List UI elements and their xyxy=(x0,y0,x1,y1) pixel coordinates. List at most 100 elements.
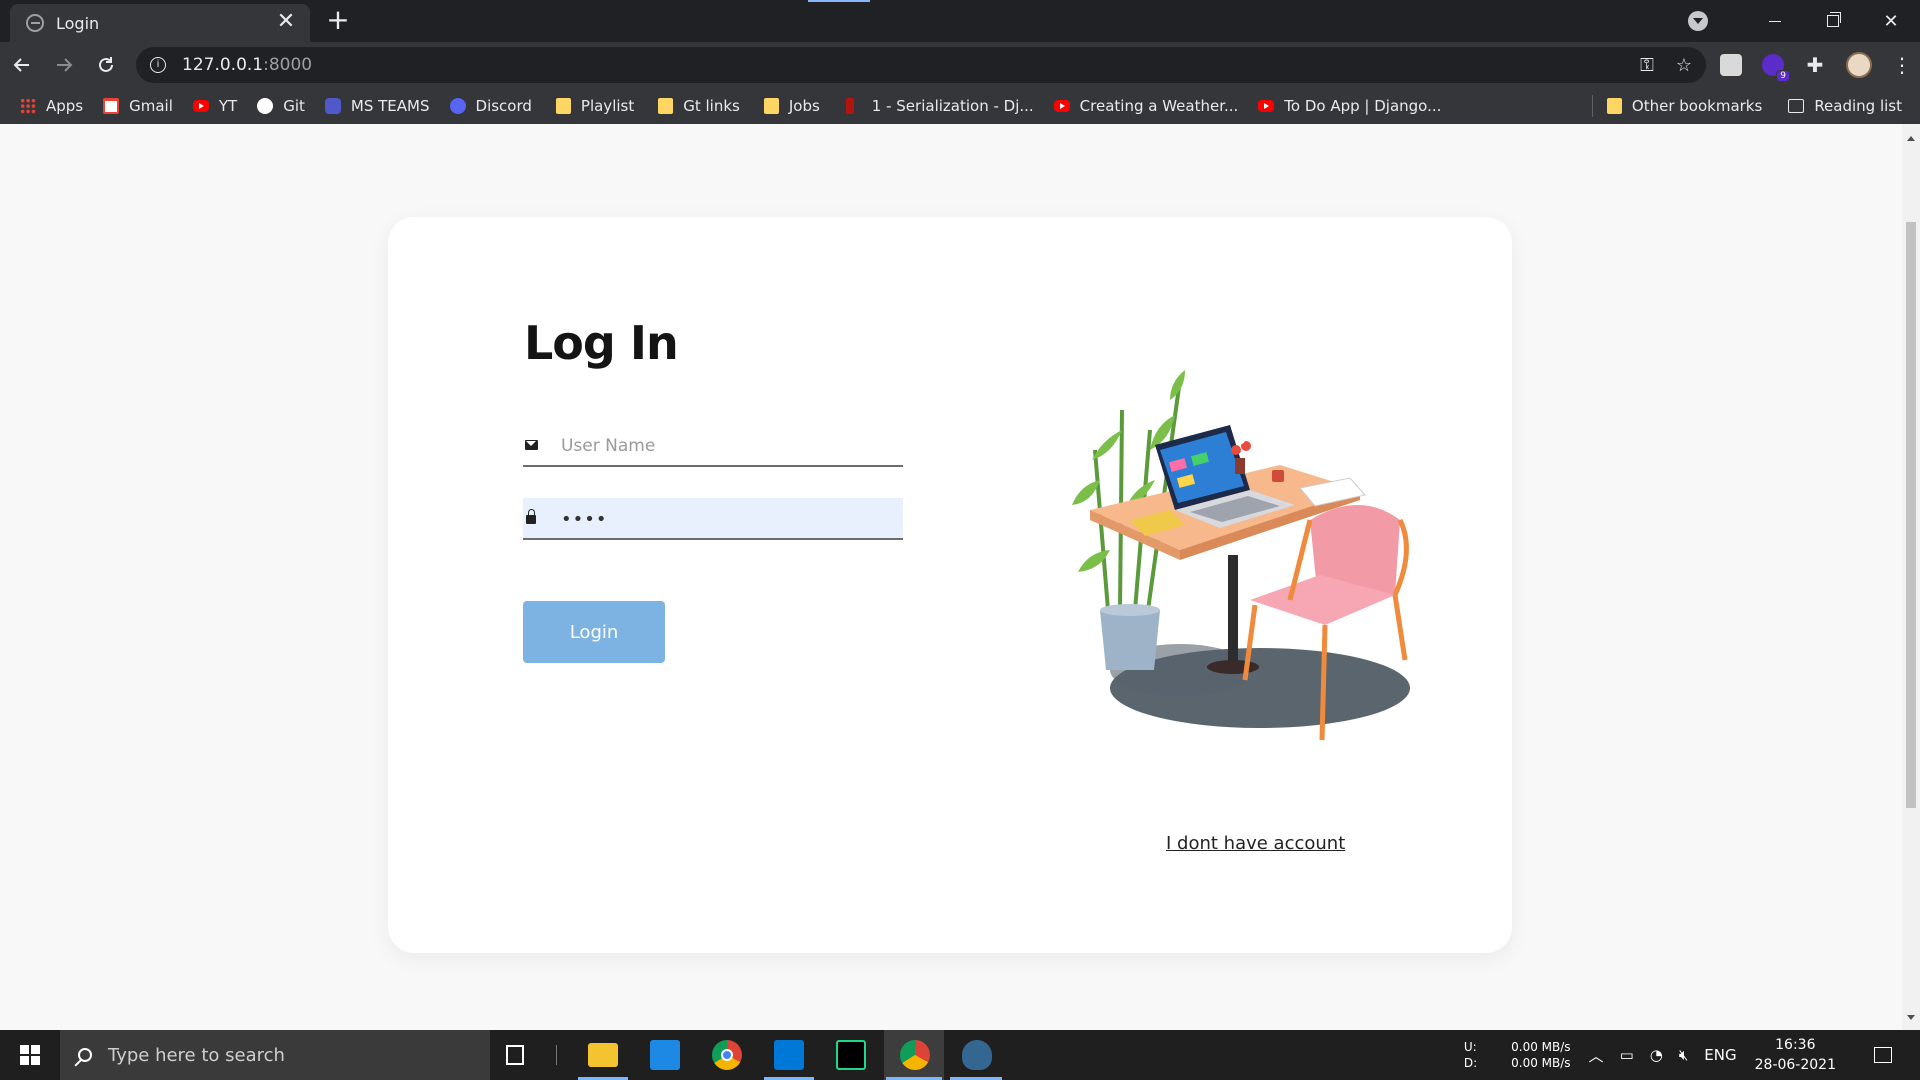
net-down-label: D: xyxy=(1463,1056,1478,1070)
globe-icon xyxy=(26,14,44,32)
reload-button[interactable] xyxy=(86,45,126,85)
omnibox-actions: ⚿ ☆ xyxy=(1640,47,1692,83)
page-title: Log In xyxy=(524,316,679,370)
username-field xyxy=(523,425,903,467)
scroll-up-arrow-icon[interactable] xyxy=(1907,136,1915,141)
github-icon xyxy=(257,98,274,114)
taskbar-separator xyxy=(556,1045,557,1065)
scroll-thumb[interactable] xyxy=(1906,222,1916,808)
bookmark-label: 1 - Serialization - Dj... xyxy=(871,97,1034,115)
notifications-icon[interactable] xyxy=(1874,1047,1892,1063)
site-info-icon[interactable]: i xyxy=(150,57,166,73)
windows-logo-icon xyxy=(20,1045,40,1065)
chrome-icon[interactable] xyxy=(712,1040,742,1070)
bookmark-label: Jobs xyxy=(788,97,820,115)
browser-toolbar: i 127.0.0.1 :8000 ⚿ ☆ 9 ✚ ⋮ xyxy=(0,42,1920,88)
reading-list-icon xyxy=(1788,99,1805,113)
bookmark-yt[interactable]: YT xyxy=(192,97,238,115)
bookmarks-right: Other bookmarks Reading list xyxy=(1591,88,1902,124)
bookmarks-bar: Apps Gmail YT Git MS TEAMS Discord Playl… xyxy=(0,88,1920,124)
youtube-icon xyxy=(1258,100,1275,112)
youtube-icon xyxy=(192,100,209,112)
bookmark-label: YT xyxy=(218,97,238,115)
profile-avatar[interactable] xyxy=(1846,52,1872,78)
bookmark-git[interactable]: Git xyxy=(257,97,305,115)
address-bar[interactable]: i 127.0.0.1 :8000 ⚿ ☆ xyxy=(136,47,1706,83)
clock-date: 28-06-2021 xyxy=(1754,1057,1836,1073)
chevron-up-icon[interactable]: ︿ xyxy=(1589,1045,1604,1066)
bookmark-label: Git xyxy=(283,97,305,115)
page-scrollbar[interactable] xyxy=(1902,124,1920,1030)
forward-button[interactable] xyxy=(44,45,84,85)
extension-purple-icon[interactable]: 9 xyxy=(1762,54,1790,82)
bookmark-jobs[interactable]: Jobs xyxy=(763,97,820,115)
folder-icon xyxy=(1606,98,1622,114)
language-indicator[interactable]: ENG xyxy=(1704,1046,1736,1064)
chrome-menu-icon[interactable]: ⋮ xyxy=(1892,53,1912,77)
tab-title: Login xyxy=(56,13,100,33)
extensions-puzzle-icon[interactable]: ✚ xyxy=(1804,54,1826,76)
bookmark-label: Discord xyxy=(475,97,532,115)
close-tab-button[interactable]: ✕ xyxy=(274,11,298,35)
url-host: 127.0.0.1 xyxy=(182,55,264,75)
bookmark-gmail[interactable]: Gmail xyxy=(103,97,173,115)
desk-illustration xyxy=(1060,370,1440,760)
speaker-muted-icon[interactable]: 🔇︎ xyxy=(1679,1046,1688,1064)
new-tab-button[interactable]: + xyxy=(324,6,352,35)
back-button[interactable] xyxy=(2,45,42,85)
taskbar-search[interactable]: Type here to search xyxy=(60,1030,490,1080)
close-window-button[interactable]: ✕ xyxy=(1862,0,1920,42)
bookmark-ms-teams[interactable]: MS TEAMS xyxy=(324,97,430,115)
bookmark-gt-links[interactable]: Gt links xyxy=(658,97,740,115)
tab-drag-indicator xyxy=(808,0,870,2)
bookmark-star-icon[interactable]: ☆ xyxy=(1676,55,1692,76)
taskbar-search-placeholder: Type here to search xyxy=(108,1044,285,1066)
restore-button[interactable] xyxy=(1804,0,1862,42)
bookmark-playlist[interactable]: Playlist xyxy=(555,97,635,115)
scroll-down-arrow-icon[interactable] xyxy=(1907,1015,1915,1020)
url-port: :8000 xyxy=(263,55,313,75)
bookmark-label: Playlist xyxy=(580,97,635,115)
wifi-icon[interactable]: ◔ xyxy=(1650,1046,1663,1064)
net-up-label: U: xyxy=(1463,1040,1477,1054)
pgadmin-elephant-icon[interactable] xyxy=(962,1040,992,1070)
net-up-speed: 0.00 MB/s xyxy=(1511,1040,1571,1054)
bookmark-todo[interactable]: To Do App | Django... xyxy=(1258,97,1441,115)
extension-gray-icon[interactable] xyxy=(1720,54,1742,76)
other-bookmarks[interactable]: Other bookmarks xyxy=(1606,97,1762,115)
bookmark-label: Apps xyxy=(46,97,84,115)
mail-icon[interactable] xyxy=(650,1040,680,1070)
bookmark-label: Gt links xyxy=(683,97,740,115)
minimize-icon xyxy=(1769,20,1781,22)
vscode-icon[interactable] xyxy=(774,1040,804,1070)
bookmarks-separator xyxy=(1591,95,1593,117)
reading-list[interactable]: Reading list xyxy=(1788,97,1902,115)
bookmark-weather[interactable]: Creating a Weather... xyxy=(1053,97,1239,115)
teams-icon xyxy=(324,98,341,114)
net-down-speed: 0.00 MB/s xyxy=(1511,1056,1571,1070)
no-account-link[interactable]: I dont have account xyxy=(1166,833,1345,854)
minimize-button[interactable] xyxy=(1746,0,1804,42)
file-explorer-icon[interactable] xyxy=(588,1043,618,1067)
password-key-icon[interactable]: ⚿ xyxy=(1640,55,1654,76)
clock[interactable]: 16:36 28-06-2021 xyxy=(1755,1035,1836,1075)
login-button[interactable]: Login xyxy=(523,601,665,663)
password-field xyxy=(523,498,903,540)
task-view-icon[interactable] xyxy=(506,1045,524,1065)
username-input[interactable] xyxy=(559,425,893,467)
folder-icon xyxy=(555,98,571,114)
bookmark-apps[interactable]: Apps xyxy=(20,97,83,115)
tab-login[interactable]: Login ✕ xyxy=(10,4,310,42)
tab-strip: Login ✕ + ✕ xyxy=(0,0,1920,42)
tab-search-icon[interactable] xyxy=(1688,11,1708,31)
chrome-profile-icon[interactable] xyxy=(900,1040,930,1070)
bookmark-label: MS TEAMS xyxy=(350,97,430,115)
start-button[interactable] xyxy=(0,1030,60,1080)
bookmark-discord[interactable]: Discord xyxy=(449,97,532,115)
bookmark-label: Creating a Weather... xyxy=(1079,97,1239,115)
pycharm-icon[interactable] xyxy=(836,1040,866,1070)
reading-list-label: Reading list xyxy=(1814,97,1902,115)
battery-icon[interactable]: ▭ xyxy=(1620,1046,1634,1064)
bookmark-serialization[interactable]: 1 - Serialization - Dj... xyxy=(845,97,1034,115)
password-input[interactable] xyxy=(559,498,893,540)
